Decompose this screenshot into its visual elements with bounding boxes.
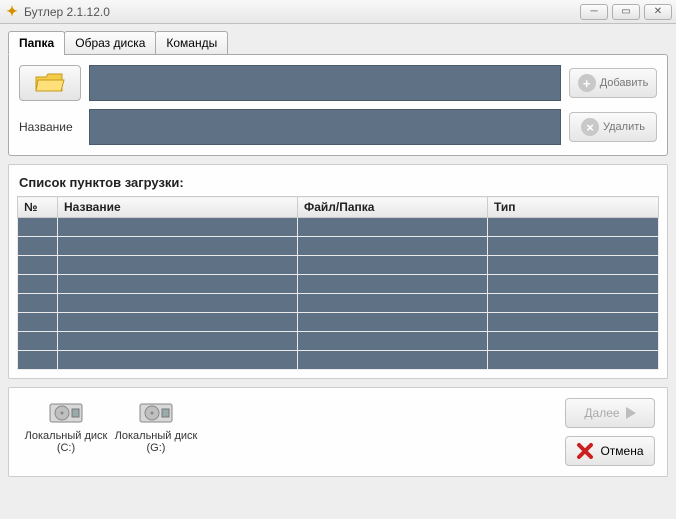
disk-label: Локальный диск (C:)	[21, 430, 111, 454]
table-row[interactable]	[18, 313, 659, 332]
next-button-label: Далее	[584, 406, 619, 420]
delete-button[interactable]: × Удалить	[569, 112, 657, 142]
delete-icon: ×	[581, 118, 599, 136]
list-title: Список пунктов загрузки:	[19, 175, 659, 190]
name-input[interactable]	[89, 109, 561, 145]
table-row[interactable]	[18, 275, 659, 294]
path-input[interactable]	[89, 65, 561, 101]
maximize-button[interactable]: ▭	[612, 4, 640, 20]
add-icon: +	[578, 74, 596, 92]
table-row[interactable]	[18, 351, 659, 370]
disk-label: Локальный диск (G:)	[111, 430, 201, 454]
delete-button-label: Удалить	[603, 121, 645, 133]
cancel-icon	[576, 442, 594, 460]
disks-group: Локальный диск (C:) Локальный диск (G:) …	[8, 387, 668, 477]
window-title: Бутлер 2.1.12.0	[24, 5, 110, 19]
header-type[interactable]: Тип	[488, 197, 659, 218]
tab-folder[interactable]: Папка	[8, 31, 65, 55]
table-row[interactable]	[18, 294, 659, 313]
disk-c[interactable]: Локальный диск (C:)	[21, 398, 111, 454]
table-row[interactable]	[18, 218, 659, 237]
titlebar: ✦ Бутлер 2.1.12.0 ─ ▭ ✕	[0, 0, 676, 24]
hdd-icon	[138, 398, 174, 426]
header-name[interactable]: Название	[58, 197, 298, 218]
tab-commands[interactable]: Команды	[155, 31, 228, 55]
cancel-button-label: Отмена	[600, 444, 643, 458]
tab-disk-image[interactable]: Образ диска	[64, 31, 156, 55]
name-label: Название	[19, 120, 81, 134]
main-panel: + Добавить Название × Удалить	[8, 54, 668, 156]
arrow-right-icon	[626, 407, 636, 419]
browse-folder-button[interactable]	[19, 65, 81, 101]
add-button[interactable]: + Добавить	[569, 68, 657, 98]
add-button-label: Добавить	[600, 77, 649, 89]
app-icon: ✦	[4, 4, 20, 20]
header-num[interactable]: №	[18, 197, 58, 218]
header-file[interactable]: Файл/Папка	[298, 197, 488, 218]
cancel-button[interactable]: Отмена	[565, 436, 655, 466]
minimize-button[interactable]: ─	[580, 4, 608, 20]
disk-g[interactable]: Локальный диск (G:)	[111, 398, 201, 454]
tab-bar: Папка Образ диска Команды	[8, 31, 668, 55]
hdd-icon	[48, 398, 84, 426]
table-row[interactable]	[18, 237, 659, 256]
folder-icon	[34, 71, 66, 95]
table-row[interactable]	[18, 256, 659, 275]
next-button[interactable]: Далее	[565, 398, 655, 428]
table-row[interactable]	[18, 332, 659, 351]
list-group: Список пунктов загрузки: № Название Файл…	[8, 164, 668, 379]
close-button[interactable]: ✕	[644, 4, 672, 20]
boot-list-table[interactable]: № Название Файл/Папка Тип	[17, 196, 659, 370]
